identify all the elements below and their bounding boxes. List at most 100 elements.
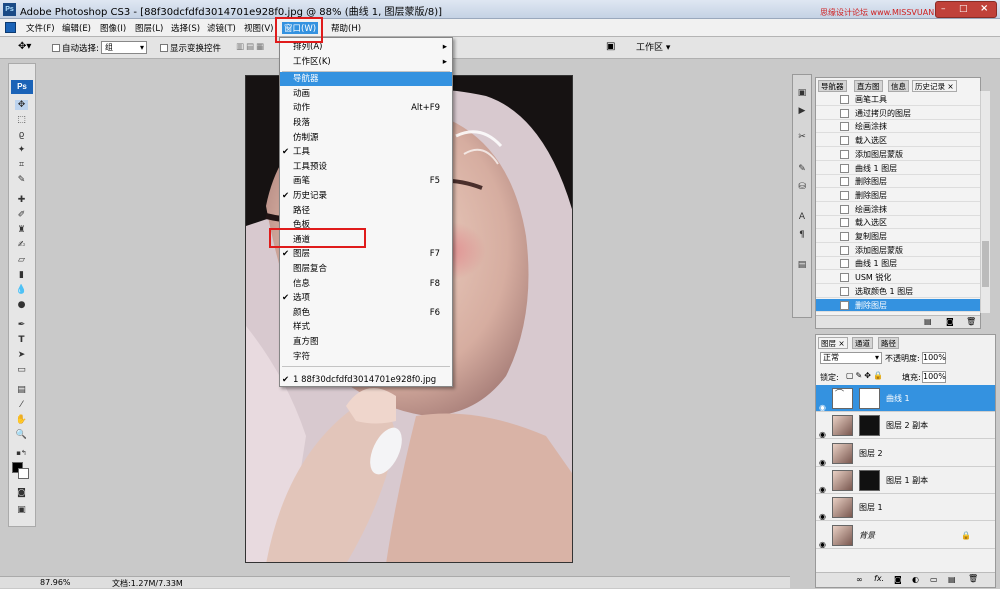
window-menu-item[interactable]: ✔ 选项 — [280, 291, 452, 305]
window-menu-item[interactable]: 颜色 F6 — [280, 306, 452, 320]
layer-row[interactable]: ◉ 图层 2 副本 — [816, 412, 995, 440]
menu-view[interactable]: 视图(V) — [244, 22, 273, 34]
character-dock-icon[interactable]: A — [796, 211, 808, 223]
layer-row[interactable]: ◉ 🔒 背景 — [816, 522, 995, 549]
magic-wand-icon[interactable]: ✦ — [15, 145, 28, 155]
layer-style-icon[interactable]: fx. — [874, 574, 884, 583]
tab-histogram[interactable]: 直方图 — [854, 80, 883, 92]
align-icons[interactable]: ▥▤▦ — [236, 42, 266, 52]
eyedropper-icon[interactable]: ⁄ — [15, 400, 28, 410]
lasso-tool-icon[interactable]: ϱ — [15, 130, 28, 140]
actions-dock-icon[interactable]: ▶ — [796, 105, 808, 117]
window-menu-item[interactable]: 字符 — [280, 350, 452, 364]
window-menu-item[interactable]: 仿制源 — [280, 131, 452, 145]
history-state[interactable]: 绘画涂抹 — [816, 203, 980, 216]
window-menu-item[interactable]: 工具预设 — [280, 160, 452, 174]
window-menu-item[interactable]: 图层复合 — [280, 262, 452, 276]
new-layer-icon[interactable]: ▤ — [948, 575, 956, 584]
history-state[interactable]: 曲线 1 图层 — [816, 257, 980, 271]
blend-mode-select[interactable]: 正常 ▾ — [820, 352, 882, 364]
history-state[interactable]: 通过拷贝的图层 — [816, 107, 980, 120]
menu-image[interactable]: 图像(I) — [100, 22, 126, 34]
window-menu-item[interactable]: 信息 F8 — [280, 277, 452, 291]
window-menu-item[interactable]: ✔ 1 88f30dcfdfd3014701e928f0.jpg — [280, 373, 452, 387]
workspace-button[interactable]: 工作区 ▾ — [636, 40, 670, 53]
blur-tool-icon[interactable]: 💧 — [15, 285, 28, 295]
move-tool-icon[interactable]: ✥ — [15, 100, 28, 110]
window-menu-item[interactable]: 导航器 — [280, 72, 452, 87]
history-state[interactable]: 添加图层蒙版 — [816, 148, 980, 161]
tab-paths[interactable]: 路径 — [878, 337, 899, 349]
checkbox-icon[interactable] — [52, 44, 60, 52]
hand-tool-icon[interactable]: ✋ — [15, 415, 28, 425]
add-mask-icon[interactable]: ◙ — [894, 575, 902, 584]
show-transform-checkbox[interactable]: 显示变换控件 — [160, 42, 221, 54]
history-state[interactable]: 删除图层 — [816, 189, 980, 202]
link-layers-icon[interactable]: ∞ — [856, 575, 863, 584]
minimize-icon[interactable]: – — [941, 4, 946, 14]
window-controls[interactable]: – □ × — [935, 1, 997, 18]
workspace-icon[interactable]: ▣ — [606, 41, 615, 52]
tab-layers[interactable]: 图层 × — [818, 337, 848, 349]
quick-mask-icon[interactable]: ◙ — [15, 488, 28, 498]
window-menu-item[interactable]: ✔ 图层 F7 — [280, 247, 452, 261]
menu-select[interactable]: 选择(S) — [171, 22, 200, 34]
menu-filter[interactable]: 滤镜(T) — [207, 22, 236, 34]
history-scrollbar[interactable] — [980, 91, 990, 313]
lock-icons[interactable]: ▢✎✥🔒 — [846, 371, 885, 380]
menu-layer[interactable]: 图层(L) — [135, 22, 163, 34]
history-state[interactable]: 添加图层蒙版 — [816, 244, 980, 257]
history-state[interactable]: 选取颜色 1 图层 — [816, 285, 980, 298]
healing-brush-icon[interactable]: ✚ — [15, 195, 28, 205]
window-menu-item[interactable]: 样式 — [280, 320, 452, 334]
tab-history[interactable]: 历史记录 × — [912, 80, 957, 92]
layer-row[interactable]: ◉ 图层 2 — [816, 440, 995, 467]
window-menu-item[interactable]: ✔ 工具 — [280, 145, 452, 159]
layer-mask-thumbnail[interactable] — [859, 469, 880, 491]
fill-input[interactable]: 100% — [922, 371, 946, 383]
notes-tool-icon[interactable]: ▤ — [15, 385, 28, 395]
eyedropper-slice-icon[interactable]: ✎ — [15, 175, 28, 185]
layer-mask-thumbnail[interactable] — [859, 388, 880, 409]
layer-comps-dock-icon[interactable]: ▤ — [796, 259, 808, 271]
history-state[interactable]: 载入选区 — [816, 134, 980, 148]
adjustment-layer-icon[interactable]: ◐ — [912, 575, 919, 584]
new-group-icon[interactable]: ▭ — [930, 575, 938, 584]
layer-row[interactable]: ◉ 图层 1 副本 — [816, 467, 995, 494]
clone-source-dock-icon[interactable]: ⛁ — [796, 181, 808, 193]
scrollbar-thumb[interactable] — [982, 241, 989, 287]
window-menu-item[interactable]: 工作区(K) ▸ — [280, 55, 452, 69]
zoom-level[interactable]: 87.96% — [40, 578, 71, 587]
window-menu-item[interactable]: 动作 Alt+F9 — [280, 101, 452, 115]
history-state[interactable]: 载入选区 — [816, 216, 980, 230]
layer-row[interactable]: ◉ 图层 1 — [816, 494, 995, 522]
gradient-tool-icon[interactable]: ▮ — [15, 270, 28, 280]
history-state[interactable]: 删除图层 — [816, 175, 980, 189]
history-state[interactable]: 复制图层 — [816, 230, 980, 243]
history-state[interactable]: 曲线 1 图层 — [816, 162, 980, 175]
history-state[interactable]: 画笔工具 — [816, 93, 980, 106]
tab-channels[interactable]: 通道 — [852, 337, 873, 349]
new-snapshot-icon[interactable]: ◙ — [946, 317, 954, 326]
clone-stamp-icon[interactable]: ♜ — [15, 225, 28, 235]
history-brush-icon[interactable]: ✍ — [15, 240, 28, 250]
move-tool-icon[interactable]: ✥▾ — [18, 41, 31, 52]
trash-icon[interactable]: 🗑 — [966, 317, 976, 326]
opacity-input[interactable]: 100% — [922, 352, 946, 364]
brush-tool-icon[interactable]: ✐ — [15, 210, 28, 220]
checkbox-icon[interactable] — [160, 44, 168, 52]
menu-help[interactable]: 帮助(H) — [328, 22, 362, 34]
tab-navigator[interactable]: 导航器 — [818, 80, 847, 92]
window-menu-item[interactable]: 段落 — [280, 116, 452, 130]
pen-tool-icon[interactable]: ✒ — [15, 320, 28, 330]
doc-icon[interactable] — [5, 22, 16, 33]
window-menu-item[interactable]: ✔ 历史记录 — [280, 189, 452, 203]
marquee-tool-icon[interactable]: ⬚ — [15, 115, 28, 125]
tool-presets-dock-icon[interactable]: ✂ — [796, 131, 808, 143]
close-icon[interactable]: × — [980, 3, 988, 14]
window-menu-item[interactable]: 路径 — [280, 204, 452, 218]
eye-icon[interactable]: ◉ — [819, 531, 826, 558]
zoom-tool-icon[interactable]: 🔍 — [15, 430, 28, 440]
window-menu-item[interactable]: 动画 — [280, 87, 452, 101]
background-color-swatch[interactable] — [18, 468, 29, 479]
